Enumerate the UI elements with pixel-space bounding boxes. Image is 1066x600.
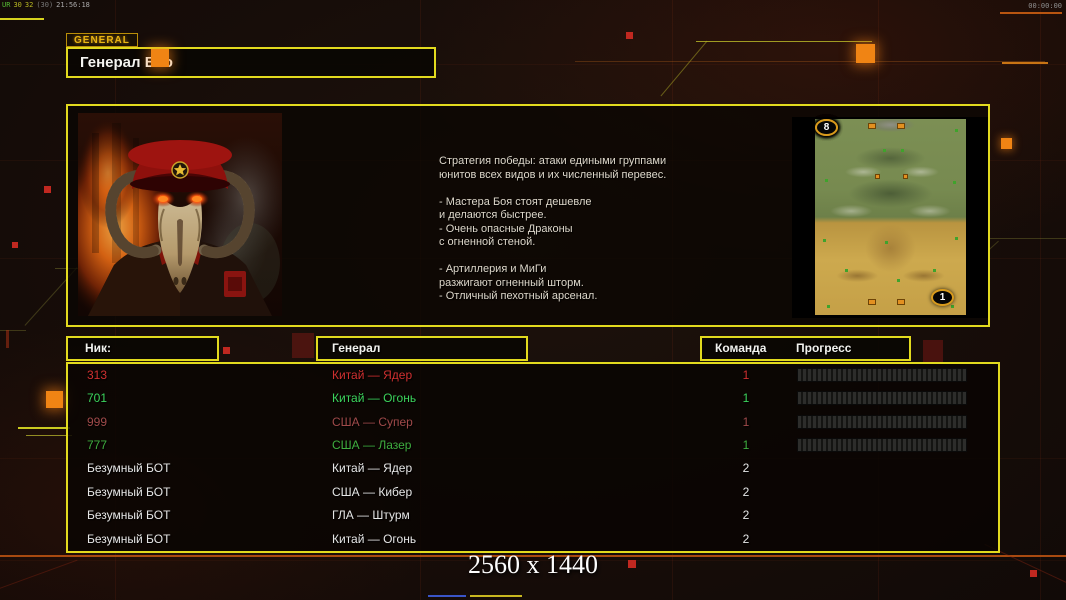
player-nick-cell: Безумный БОТ	[87, 461, 171, 476]
progress-header-label: Прогресс	[796, 341, 852, 355]
game-clock: 00:00:00	[1028, 2, 1062, 10]
table-row[interactable]: 999 США — Супер 1	[68, 411, 998, 434]
game-lobby-screen: UR 30 32 (30) 21:56:18 00:00:00 GENERAL Гене…	[0, 0, 1066, 600]
status-segment: 21:56:18	[56, 1, 90, 9]
table-row[interactable]: 701 Китай — Огонь 1	[68, 387, 998, 410]
player-team-cell: 1	[742, 414, 750, 429]
player-nick-cell: Безумный БОТ	[87, 508, 171, 523]
general-column-header: Генерал	[316, 336, 528, 361]
strategy-line: и делаются быстрее.	[439, 209, 547, 221]
nick-column-header: Ник:	[66, 336, 219, 361]
player-roster-table: 313 Китай — Ядер 1 701 Китай — Огонь 1 9…	[66, 362, 1000, 553]
map-image: 13425768	[815, 119, 966, 315]
page-title: Генерал Бао	[66, 47, 436, 78]
status-segment: 32	[24, 1, 34, 9]
table-row[interactable]: Безумный БОТ Китай — Огонь 2	[68, 528, 998, 551]
supply-marker	[875, 174, 880, 179]
player-nick-cell: Безумный БОТ	[87, 484, 171, 499]
player-nick-cell: Безумный БОТ	[87, 531, 171, 546]
supply-marker	[897, 299, 905, 305]
table-row[interactable]: 313 Китай — Ядер 1	[68, 364, 998, 387]
player-general-cell: ГЛА — Штурм	[332, 508, 410, 523]
player-nick-cell: 777	[87, 438, 108, 453]
status-overlay: UR 30 32 (30) 21:56:18	[2, 1, 90, 9]
player-nick-cell: 313	[87, 368, 108, 382]
status-segment: 30	[13, 1, 22, 9]
table-row[interactable]: Безумный БОТ ГЛА — Штурм 2	[68, 504, 998, 527]
start-position-marker: 1	[931, 289, 954, 306]
strategy-line: Стратегия победы: атаки едиными группами	[439, 155, 667, 167]
player-team-cell: 2	[742, 461, 750, 476]
strategy-line: юнитов всех видов и их численный перевес…	[439, 168, 667, 181]
player-team-cell: 2	[742, 484, 750, 499]
strategy-line: - Мастера Боя стоят дешевле	[439, 195, 592, 208]
player-general-cell: США — Лазер	[332, 438, 412, 453]
general-info-panel: Стратегия победы: атаки едиными группами…	[56, 104, 990, 327]
player-nick-cell: 701	[87, 391, 108, 406]
strategy-line	[439, 250, 739, 264]
strategy-line: с огненной стеной.	[439, 236, 536, 248]
general-portrait	[56, 113, 288, 323]
portrait-art	[56, 113, 288, 323]
strategy-line: разжигают огненный шторм.	[439, 276, 584, 289]
supply-marker	[868, 123, 876, 129]
table-row[interactable]: Безумный БОТ США — Кибер 2	[68, 481, 998, 504]
supply-marker	[897, 123, 905, 129]
player-general-cell: США — Супер	[332, 414, 413, 429]
player-general-cell: Китай — Огонь	[332, 531, 417, 546]
player-team-cell: 1	[742, 391, 750, 406]
supply-marker	[868, 299, 876, 305]
player-team-cell: 2	[742, 531, 750, 546]
player-general-cell: Китай — Ядер	[332, 461, 413, 476]
strategy-text: Стратегия победы: атаки едиными группами…	[439, 155, 739, 304]
player-team-cell: 1	[742, 368, 750, 382]
resolution-label: 2560 x 1440	[468, 550, 598, 579]
progress-bar	[797, 368, 967, 382]
progress-bar	[797, 414, 967, 429]
strategy-line: - Отличный пехотный арсенал.	[439, 290, 598, 302]
team-header-label: Команда	[715, 341, 767, 355]
table-row[interactable]: Безумный БОТ Китай — Ядер 2	[68, 457, 998, 480]
status-segment: UR	[2, 1, 11, 9]
player-nick-cell: 999	[87, 414, 108, 429]
start-position-marker: 8	[815, 119, 838, 136]
player-general-cell: США — Кибер	[332, 484, 413, 499]
table-row[interactable]: 777 США — Лазер 1	[68, 434, 998, 457]
team-progress-column-header: Команда Прогресс	[700, 336, 911, 361]
minimap-preview: 13425768	[792, 117, 988, 318]
strategy-line: - Очень опасные Драконы	[439, 222, 573, 235]
general-tag-label: GENERAL	[66, 33, 138, 47]
strategy-line: - Артиллерия и МиГи	[439, 263, 547, 275]
strategy-line	[439, 182, 739, 196]
player-team-cell: 2	[742, 508, 750, 523]
supply-marker	[903, 174, 908, 179]
progress-bar	[797, 438, 967, 453]
progress-bar	[797, 391, 967, 406]
player-general-cell: Китай — Огонь	[332, 391, 417, 406]
status-segment: (30)	[36, 1, 54, 9]
player-team-cell: 1	[742, 438, 750, 453]
player-general-cell: Китай — Ядер	[332, 368, 413, 382]
